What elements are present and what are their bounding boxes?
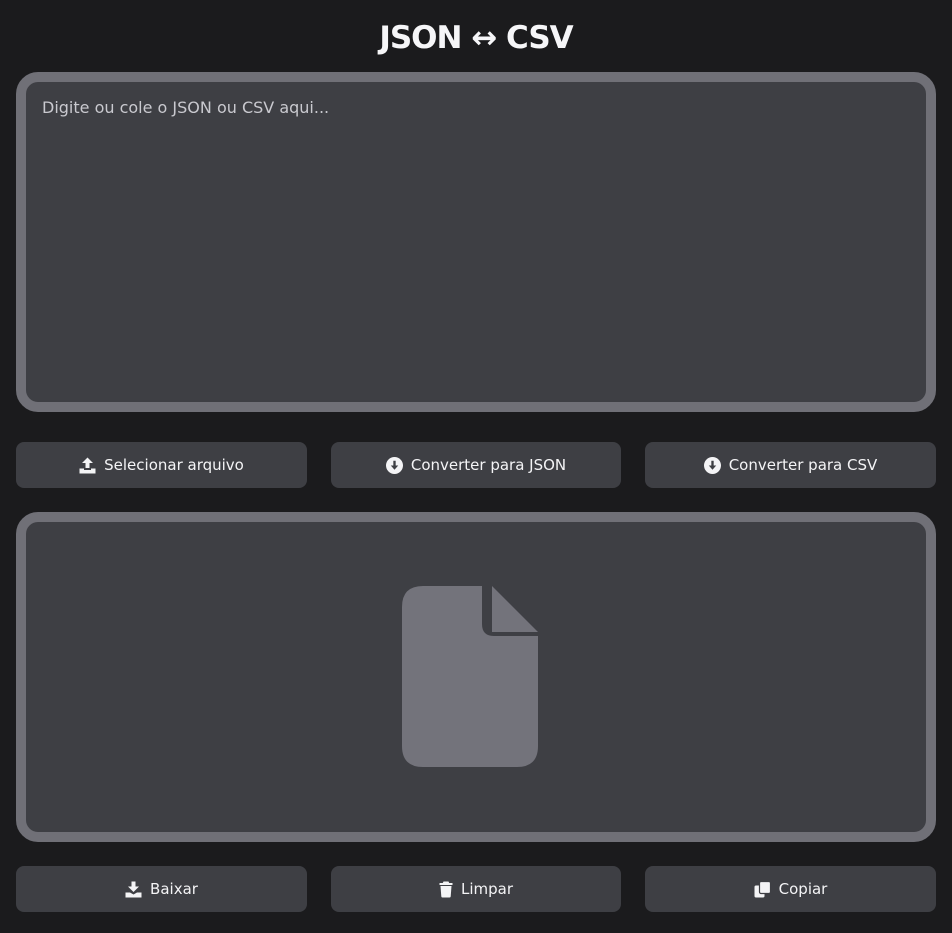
arrow-circle-down-icon [385,456,403,474]
copy-label: Copiar [778,880,828,898]
trash-icon [439,881,453,898]
output-actions: Baixar Limpar Copiar [16,866,936,912]
app-root: JSON ↔ CSV Selecionar arquivo Converter … [0,0,952,933]
copy-button[interactable]: Copiar [645,866,936,912]
download-button[interactable]: Baixar [16,866,307,912]
convert-to-csv-button[interactable]: Converter para CSV [645,442,936,488]
convert-to-csv-label: Converter para CSV [728,456,878,474]
output-panel[interactable] [16,512,936,842]
clear-button[interactable]: Limpar [331,866,621,912]
select-file-button[interactable]: Selecionar arquivo [16,442,307,488]
page-title: JSON ↔ CSV [379,20,573,56]
clear-label: Limpar [460,880,514,898]
file-icon [402,586,538,771]
convert-actions: Selecionar arquivo Converter para JSON C… [16,442,936,488]
convert-to-json-button[interactable]: Converter para JSON [331,442,621,488]
input-panel [16,72,936,412]
upload-icon [79,457,96,474]
copy-icon [754,880,771,898]
input-textarea[interactable] [26,82,926,402]
download-icon [125,881,142,898]
download-label: Baixar [150,880,198,898]
select-file-label: Selecionar arquivo [104,456,244,474]
arrow-circle-down-icon [703,456,721,474]
convert-to-json-label: Converter para JSON [410,456,567,474]
